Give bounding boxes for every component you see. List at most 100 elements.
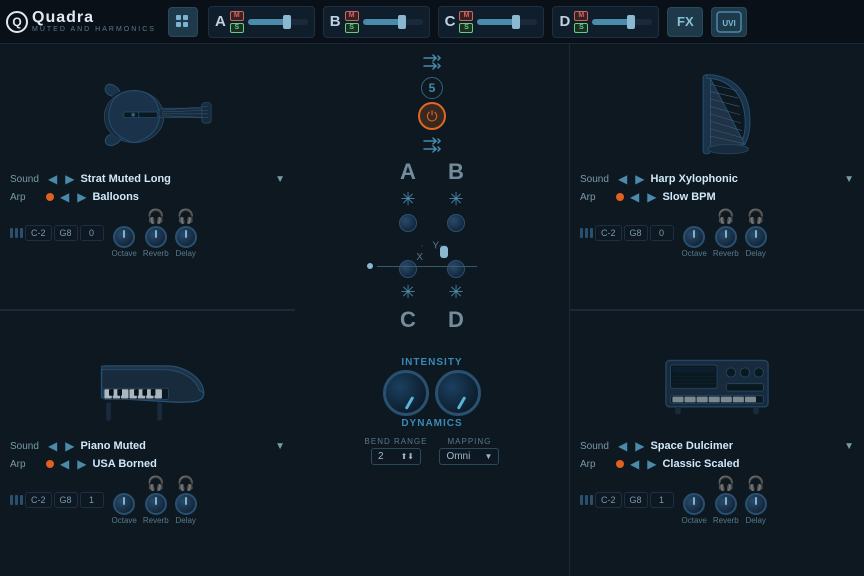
panel-c-arp-prev[interactable]: ◀: [58, 457, 71, 471]
panel-a-range-low[interactable]: C-2: [25, 225, 52, 241]
xy-pad[interactable]: [421, 245, 423, 247]
panel-a-headphone-right[interactable]: 🎧: [177, 208, 194, 225]
panel-b-arp-prev[interactable]: ◀: [628, 190, 641, 204]
shuffle-bottom-button[interactable]: [420, 133, 444, 157]
panel-c-sound-dropdown[interactable]: ▼: [275, 441, 285, 452]
panel-a-sound-dropdown[interactable]: ▼: [275, 174, 285, 185]
asterisk-a-button[interactable]: ✳: [400, 189, 415, 210]
mapping-dropdown-icon[interactable]: ▼: [485, 452, 493, 461]
uvi-button[interactable]: UVI: [711, 7, 747, 37]
asterisk-b-button[interactable]: ✳: [448, 189, 463, 210]
panel-d-octave-val[interactable]: 1: [650, 492, 674, 508]
mini-knob-b[interactable]: [447, 214, 465, 232]
panel-a-arp-dot[interactable]: [46, 193, 54, 201]
panel-c-arp-dot[interactable]: [46, 460, 54, 468]
panel-b-arp-next[interactable]: ▶: [645, 190, 658, 204]
channel-d-mute[interactable]: M: [574, 11, 588, 21]
panel-c-delay-knob[interactable]: [175, 493, 197, 515]
mapping-select[interactable]: Omni ▼: [439, 448, 499, 465]
channel-d-group: D M S: [552, 6, 659, 38]
panel-d-delay-group: 🎧 Delay: [745, 475, 767, 525]
panel-b-range-high[interactable]: G8: [624, 225, 648, 241]
panel-d-headphone-right[interactable]: 🎧: [747, 475, 764, 492]
intensity-label: INTENSITY: [401, 357, 462, 368]
panel-a-octave-val[interactable]: 0: [80, 225, 104, 241]
channel-c-fader[interactable]: [477, 19, 537, 25]
panel-b-range-low[interactable]: C-2: [595, 225, 622, 241]
panel-c-range-low[interactable]: C-2: [25, 492, 52, 508]
channel-b-fader[interactable]: [363, 19, 423, 25]
channel-d-solo[interactable]: S: [574, 23, 588, 33]
y-slider-knob[interactable]: [440, 246, 448, 258]
xy-cursor[interactable]: [421, 245, 423, 247]
panel-d-headphone-left[interactable]: 🎧: [717, 475, 734, 492]
shuffle-top-button[interactable]: [420, 50, 444, 74]
panel-d-arp-next[interactable]: ▶: [645, 457, 658, 471]
panel-c-headphone-left[interactable]: 🎧: [147, 475, 164, 492]
dynamics-knob-left[interactable]: [383, 370, 429, 416]
panel-a-headphone-left[interactable]: 🎧: [147, 208, 164, 225]
panel-b-arp-label: Arp: [580, 192, 612, 203]
panel-d-arp-dot[interactable]: [616, 460, 624, 468]
mini-knob-a[interactable]: [399, 214, 417, 232]
panel-c-sound-name: Piano Muted: [80, 440, 271, 452]
channel-a-mute[interactable]: M: [230, 11, 244, 21]
channel-a-fader[interactable]: [248, 19, 308, 25]
panel-a-sound-prev[interactable]: ◀: [46, 172, 59, 186]
panel-a-delay-knob[interactable]: [175, 226, 197, 248]
bend-range-select[interactable]: 2 ⬆⬇: [371, 448, 421, 465]
panel-d-octave-knob[interactable]: [683, 493, 705, 515]
panel-d-range-low[interactable]: C-2: [595, 492, 622, 508]
dynamics-knob-right[interactable]: [435, 370, 481, 416]
panel-b-delay-knob[interactable]: [745, 226, 767, 248]
panel-c-sound-next[interactable]: ▶: [63, 439, 76, 453]
channel-a-solo[interactable]: S: [230, 23, 244, 33]
panel-b-delay-group: 🎧 Delay: [745, 208, 767, 258]
panel-d-reverb-label: Reverb: [713, 516, 739, 525]
mapping-label: MAPPING: [448, 437, 492, 446]
panel-c-octave-val[interactable]: 1: [80, 492, 104, 508]
channel-b-mute[interactable]: M: [345, 11, 359, 21]
panel-a-arp-next[interactable]: ▶: [75, 190, 88, 204]
channel-c-solo[interactable]: S: [459, 23, 473, 33]
fx-button[interactable]: FX: [667, 7, 703, 37]
panel-b-reverb-knob[interactable]: [715, 226, 737, 248]
panel-d-sound-prev[interactable]: ◀: [616, 439, 629, 453]
panel-c-octave-knob[interactable]: [113, 493, 135, 515]
panel-b-sound-dropdown[interactable]: ▼: [844, 174, 854, 185]
channel-c-mute[interactable]: M: [459, 11, 473, 21]
panel-c-sound-prev[interactable]: ◀: [46, 439, 59, 453]
panel-b-octave-knob[interactable]: [683, 226, 705, 248]
y-slider[interactable]: [439, 245, 447, 247]
panel-a-octave-knob[interactable]: [113, 226, 135, 248]
channel-b-solo[interactable]: S: [345, 23, 359, 33]
panel-c-arp-next[interactable]: ▶: [75, 457, 88, 471]
panel-d-arp-prev[interactable]: ◀: [628, 457, 641, 471]
panel-a-sound-next[interactable]: ▶: [63, 172, 76, 186]
power-button[interactable]: ⏻: [418, 102, 446, 130]
panel-b-sound-next[interactable]: ▶: [633, 172, 646, 186]
asterisk-d-button[interactable]: ✳: [448, 282, 463, 303]
panel-a-arp-prev[interactable]: ◀: [58, 190, 71, 204]
panel-a-reverb-knob[interactable]: [145, 226, 167, 248]
panel-c-headphone-right[interactable]: 🎧: [177, 475, 194, 492]
panel-b-sound-prev[interactable]: ◀: [616, 172, 629, 186]
panel-d-range-high[interactable]: G8: [624, 492, 648, 508]
panel-a-controls: C-2 G8 0 Octave 🎧 Reverb 🎧: [10, 208, 285, 258]
panel-d-reverb-knob[interactable]: [715, 493, 737, 515]
number-5-button[interactable]: 5: [421, 77, 443, 99]
panel-a-range-high[interactable]: G8: [54, 225, 78, 241]
panel-d-delay-knob[interactable]: [745, 493, 767, 515]
panel-b-octave-val[interactable]: 0: [650, 225, 674, 241]
asterisk-c-button[interactable]: ✳: [400, 282, 415, 303]
panel-b-headphone-right[interactable]: 🎧: [747, 208, 764, 225]
panel-c-range-high[interactable]: G8: [54, 492, 78, 508]
channel-d-fader[interactable]: [592, 19, 652, 25]
panel-c-reverb-knob[interactable]: [145, 493, 167, 515]
bend-range-arrows[interactable]: ⬆⬇: [401, 452, 414, 461]
panel-b-arp-dot[interactable]: [616, 193, 624, 201]
panel-d-sound-dropdown[interactable]: ▼: [844, 441, 854, 452]
grid-button[interactable]: [168, 7, 198, 37]
panel-d-sound-next[interactable]: ▶: [633, 439, 646, 453]
panel-b-headphone-left[interactable]: 🎧: [717, 208, 734, 225]
